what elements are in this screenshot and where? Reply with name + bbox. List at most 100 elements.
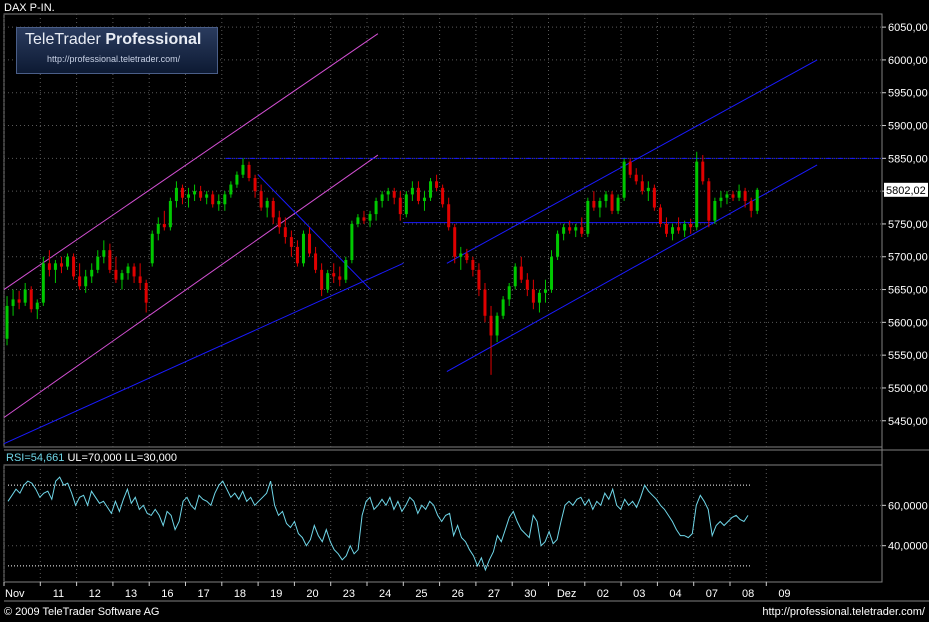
candle-body: [350, 223, 354, 261]
trendlines: [3, 33, 883, 445]
candle-body: [465, 253, 469, 261]
candle-body: [574, 227, 578, 231]
candle-body: [646, 187, 650, 192]
price-tick-label: 5700,00: [888, 252, 928, 264]
candle-body: [580, 227, 584, 234]
day-tick-label: 08: [742, 588, 754, 600]
day-tick-label: 12: [89, 588, 101, 600]
day-tick-label: 24: [379, 588, 391, 600]
day-tick-label: 13: [125, 588, 137, 600]
candle-body: [259, 191, 263, 208]
candle-body: [677, 227, 681, 231]
axes: 6050,006000,005950,005900,005850,005800,…: [3, 22, 928, 600]
instrument-title: DAX P-IN.: [4, 2, 55, 14]
candle-body: [368, 214, 372, 221]
day-tick-label: 23: [343, 588, 355, 600]
candle-body: [459, 253, 463, 257]
candle-body: [598, 200, 602, 208]
candle-body: [422, 197, 426, 201]
candle-body: [731, 194, 735, 198]
day-tick-label: Nov: [5, 588, 25, 600]
candle-body: [362, 217, 366, 221]
candle-body: [108, 250, 112, 270]
candle-body: [707, 181, 711, 221]
day-tick-label: 25: [415, 588, 427, 600]
price-tick-label: 5550,00: [888, 350, 928, 362]
candle-body: [344, 260, 348, 280]
candle-body: [447, 204, 451, 228]
candle-body: [5, 305, 9, 339]
candles: [5, 151, 759, 375]
rsi-value-label: RSI=54,661: [6, 452, 65, 464]
price-tick-label: 5850,00: [888, 153, 928, 165]
candle-body: [604, 194, 608, 201]
candle-body: [41, 263, 45, 303]
candle-body: [17, 299, 21, 303]
candle-body: [289, 237, 293, 247]
candle-body: [550, 256, 554, 290]
candle-body: [495, 315, 499, 336]
candle-body: [586, 200, 590, 234]
candle-body: [338, 276, 342, 280]
candle-body: [664, 223, 668, 234]
candle-body: [410, 187, 414, 195]
candle-body: [314, 253, 318, 270]
candle-body: [719, 197, 723, 201]
short-down-line: [257, 174, 371, 290]
candle-body: [398, 197, 402, 215]
price-tick-label: 5600,00: [888, 317, 928, 329]
candle-body: [156, 223, 160, 234]
candle-body: [477, 269, 481, 290]
price-tick-label: 5650,00: [888, 285, 928, 297]
candle-body: [380, 194, 384, 201]
candle-body: [193, 191, 197, 195]
rsi-panel: [4, 476, 882, 572]
candle-body: [489, 315, 493, 336]
candle-body: [229, 184, 233, 195]
candle-body: [622, 161, 626, 198]
candle-body: [277, 217, 281, 228]
price-tick-label: 6050,00: [888, 22, 928, 34]
candle-body: [525, 279, 529, 290]
candle-body: [168, 200, 172, 228]
candle-body: [513, 266, 517, 287]
candle-body: [332, 273, 336, 277]
day-tick-label: 07: [706, 588, 718, 600]
candle-body: [205, 194, 209, 198]
candle-body: [568, 227, 572, 231]
candle-body: [180, 187, 184, 198]
candle-body: [199, 191, 203, 198]
rsi-line: [7, 476, 749, 572]
candle-body: [543, 289, 547, 293]
day-tick-label: 11: [53, 588, 64, 600]
rsi-header: RSI=54,661 UL=70,000 LL=30,000: [6, 452, 177, 464]
candle-body: [47, 263, 51, 270]
day-tick-label: 20: [306, 588, 318, 600]
logo-brand: TeleTrader Professional: [25, 31, 201, 49]
candle-body: [610, 194, 614, 211]
last-price-label: 5802,02: [886, 185, 926, 197]
grid: [3, 13, 929, 602]
footer-copyright: © 2009 TeleTrader Software AG: [4, 606, 160, 618]
candle-body: [241, 164, 245, 175]
candle-body: [689, 223, 693, 228]
day-tick-label: 03: [633, 588, 645, 600]
rising-channel-lower-line: [446, 164, 818, 372]
candle-body: [755, 189, 759, 211]
candle-body: [295, 246, 299, 264]
candle-body: [471, 260, 475, 270]
candle-body: [235, 174, 239, 185]
candle-body: [695, 161, 699, 228]
candle-body: [211, 194, 215, 205]
day-tick-label: 27: [488, 588, 500, 600]
long-support-line: [3, 262, 404, 445]
candle-body: [435, 181, 439, 188]
day-tick-label: 18: [234, 588, 246, 600]
candle-body: [749, 200, 753, 211]
candle-body: [72, 256, 76, 277]
price-tick-label: 5950,00: [888, 88, 928, 100]
candle-body: [658, 207, 662, 224]
candle-body: [640, 181, 644, 192]
candle-body: [429, 181, 433, 198]
candle-body: [404, 194, 408, 215]
